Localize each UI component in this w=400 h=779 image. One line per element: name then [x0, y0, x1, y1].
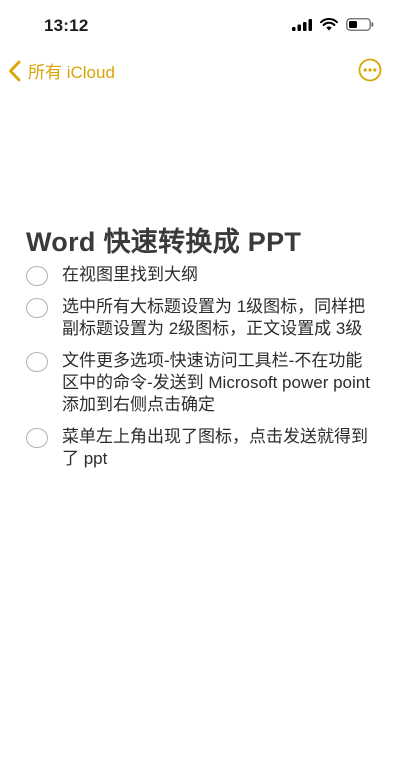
checklist-item-text[interactable]: 选中所有大标题设置为 1级图标，同样把副标题设置为 2级图标，正文设置成 3级: [62, 296, 376, 340]
status-icons: [292, 18, 374, 31]
ellipsis-circle-icon[interactable]: [358, 58, 382, 82]
note-title[interactable]: Word 快速转换成 PPT: [26, 220, 301, 259]
status-time: 13:12: [44, 16, 89, 35]
checklist: 在视图里找到大纲 选中所有大标题设置为 1级图标，同样把副标题设置为 2级图标，…: [26, 264, 376, 480]
checklist-item-text[interactable]: 文件更多选项-快速访问工具栏-不在功能区中的命令-发送到 Microsoft p…: [62, 350, 376, 416]
checklist-item[interactable]: 选中所有大标题设置为 1级图标，同样把副标题设置为 2级图标，正文设置成 3级: [26, 296, 376, 340]
battery-icon: [346, 18, 374, 31]
checklist-item-text[interactable]: 在视图里找到大纲: [62, 264, 376, 286]
nav-bar: 所有 iCloud: [0, 52, 400, 92]
checklist-item[interactable]: 文件更多选项-快速访问工具栏-不在功能区中的命令-发送到 Microsoft p…: [26, 350, 376, 416]
checkbox-circle-icon[interactable]: [26, 266, 48, 286]
back-button[interactable]: 所有 iCloud: [8, 58, 115, 83]
back-button-label: 所有 iCloud: [28, 63, 115, 82]
checklist-item[interactable]: 在视图里找到大纲: [26, 264, 376, 286]
checklist-item-text[interactable]: 菜单左上角出现了图标，点击发送就得到了 ppt: [62, 426, 376, 470]
checkbox-circle-icon[interactable]: [26, 428, 48, 448]
checkbox-circle-icon[interactable]: [26, 352, 48, 372]
checkbox-circle-icon[interactable]: [26, 298, 48, 318]
chevron-left-icon: [9, 60, 21, 81]
cellular-signal-icon: [292, 18, 312, 31]
status-bar: 13:12: [0, 0, 400, 52]
checklist-item[interactable]: 菜单左上角出现了图标，点击发送就得到了 ppt: [26, 426, 376, 470]
wifi-icon: [320, 18, 338, 31]
